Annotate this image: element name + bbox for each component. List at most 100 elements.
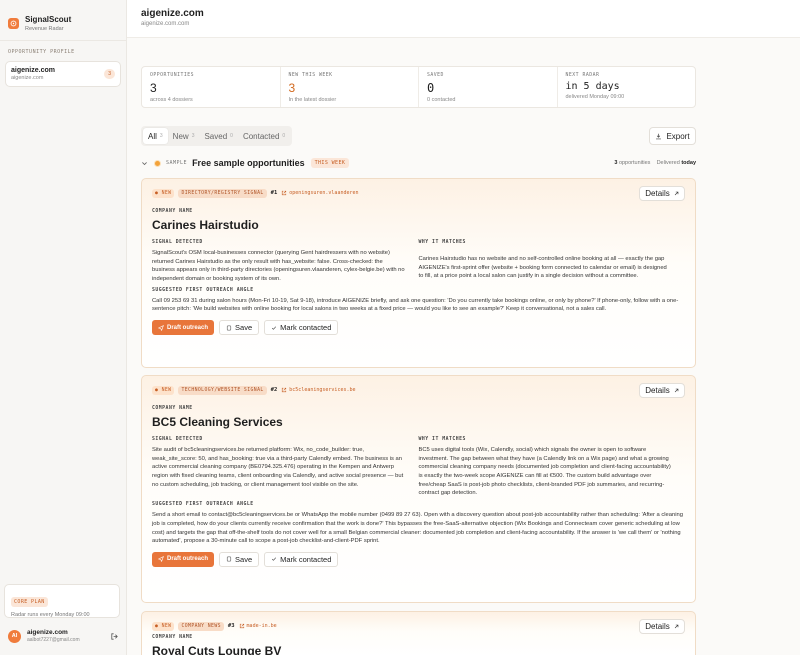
check-icon <box>272 557 277 562</box>
details-label: Details <box>645 188 670 198</box>
source-link[interactable]: openingsuren.vlaanderen <box>289 190 358 196</box>
tab-label: New <box>172 131 189 141</box>
save-label: Save <box>235 554 253 564</box>
delivered-date: today <box>681 160 696 166</box>
sample-label: SAMPLE <box>166 160 188 166</box>
mark-contacted-button[interactable]: Mark contacted <box>264 551 339 567</box>
main-content: aigenize.com aigenize.com.com OPPORTUNIT… <box>127 0 800 655</box>
stat-label: SAVED <box>427 73 444 78</box>
signal-type-badge: TECHNOLOGY/WEBSITE SIGNAL <box>178 385 267 395</box>
plan-text: Radar runs every Monday 09:00 <box>11 612 90 618</box>
save-button[interactable]: Save <box>219 320 260 336</box>
plan-badge: CORE PLAN <box>11 597 48 607</box>
company-name-label: COMPANY NAME <box>152 209 193 214</box>
tab-label: Contacted <box>242 131 280 141</box>
details-button[interactable]: Details <box>639 618 685 634</box>
stat-sub: In the latest dossier <box>288 97 337 103</box>
delivered-prefix: Delivered <box>656 160 680 166</box>
user-name: aigenize.com <box>27 629 68 636</box>
tab-label: All <box>148 131 157 141</box>
draft-outreach-button[interactable]: Draft outreach <box>152 320 215 336</box>
mark-label: Mark contacted <box>280 323 332 333</box>
stat-new-this-week: NEW THIS WEEK 3 In the latest dossier <box>281 67 419 107</box>
new-badge: ● NEW <box>152 621 175 631</box>
user-menu[interactable]: AI aigenize.com aalbot7227@gmail.com <box>0 624 127 648</box>
rank: #2 <box>270 387 278 393</box>
bookmark-icon <box>226 325 232 330</box>
section-label: OPPORTUNITY PROFILE <box>8 49 75 55</box>
topbar: aigenize.com aigenize.com.com <box>127 0 800 38</box>
sample-header[interactable]: SAMPLE Free sample opportunities THIS WE… <box>141 156 696 170</box>
source-link[interactable]: made-in.be <box>247 623 277 629</box>
logout-icon[interactable] <box>110 632 119 641</box>
stat-sub: 0 contacted <box>427 97 456 103</box>
send-icon <box>158 324 164 331</box>
tab-count: 3 <box>159 133 163 139</box>
why-matches-text: Carines Hairstudio has no website and no… <box>418 256 667 280</box>
company-name: Royal Cuts Lounge BV <box>152 644 282 655</box>
tab-contacted[interactable]: Contacted 0 <box>238 128 290 144</box>
tab-count: 0 <box>230 133 233 139</box>
save-label: Save <box>235 323 253 333</box>
mark-label: Mark contacted <box>280 554 332 564</box>
source-link[interactable]: bc5cleaningservices.be <box>289 387 355 393</box>
details-label: Details <box>645 621 670 631</box>
details-button[interactable]: Details <box>639 382 685 398</box>
signal-detected-text: SignalScout's OSM local-businesses conne… <box>152 250 405 283</box>
tab-label: Saved <box>204 131 228 141</box>
sample-meta: 3 opportunities Delivered today <box>614 160 696 166</box>
opportunity-count-suffix: opportunities <box>618 160 651 166</box>
new-label: NEW <box>161 387 172 393</box>
tab-saved[interactable]: Saved 0 <box>199 128 237 144</box>
details-button[interactable]: Details <box>639 185 685 201</box>
brand[interactable]: SignalScout Revenue Radar <box>0 0 126 36</box>
stat-sub: delivered Monday 09:00 <box>565 94 625 100</box>
signal-detected-text: Site audit of bc5cleaningservices.be ret… <box>152 447 404 488</box>
profile-card[interactable]: aigenize.com aigenize.com 3 <box>5 61 121 87</box>
company-name-label: COMPANY NAME <box>152 635 193 640</box>
why-matches-label: WHY IT MATCHES <box>418 240 466 245</box>
signal-type-badge: DIRECTORY/REGISTRY SIGNAL <box>178 188 267 198</box>
save-button[interactable]: Save <box>219 551 260 567</box>
profile-name: aigenize.com <box>11 67 55 74</box>
outreach-angle-text: Call 09 253 69 31 during salon hours (Mo… <box>152 297 679 313</box>
stats-panel: OPPORTUNITIES 3 across 4 dossiers NEW TH… <box>141 66 696 108</box>
new-label: NEW <box>161 623 172 629</box>
signal-detected-label: SIGNAL DETECTED <box>152 240 203 245</box>
status-dot <box>154 159 161 167</box>
sidebar: SignalScout Revenue Radar OPPORTUNITY PR… <box>0 0 127 655</box>
tab-count: 0 <box>282 133 286 139</box>
stat-label: OPPORTUNITIES <box>150 73 195 78</box>
bookmark-icon <box>226 557 232 562</box>
stat-next-radar: NEXT RADAR in 5 days delivered Monday 09… <box>558 67 696 107</box>
opportunity-count: 3 <box>614 160 618 166</box>
arrow-up-right-icon <box>674 624 679 628</box>
download-icon <box>656 133 662 139</box>
external-link-icon <box>239 623 244 629</box>
company-name-label: COMPANY NAME <box>152 406 193 411</box>
rank: #1 <box>270 190 278 196</box>
chevron-down-icon[interactable] <box>141 160 148 167</box>
new-label: NEW <box>161 190 172 196</box>
stat-saved: SAVED 0 0 contacted <box>419 67 558 107</box>
tab-all[interactable]: All 3 <box>143 128 168 144</box>
export-button[interactable]: Export <box>649 127 696 145</box>
company-name: Carines Hairstudio <box>152 218 259 232</box>
page-title: aigenize.com <box>141 8 204 19</box>
mark-contacted-button[interactable]: Mark contacted <box>264 320 339 336</box>
profile-count-badge: 3 <box>104 69 115 79</box>
stat-opportunities: OPPORTUNITIES 3 across 4 dossiers <box>142 67 281 107</box>
draft-outreach-button[interactable]: Draft outreach <box>152 551 215 567</box>
stat-value: in 5 days <box>565 81 620 92</box>
outreach-angle-text: Send a short email to contact@bc5cleanin… <box>152 512 683 545</box>
brand-subtitle: Revenue Radar <box>25 25 64 32</box>
stat-value: 0 <box>427 81 435 95</box>
new-badge: ● NEW <box>152 188 175 198</box>
opportunity-card: ● NEW DIRECTORY/REGISTRY SIGNAL #1 openi… <box>141 178 696 368</box>
profile-domain: aigenize.com <box>11 75 44 81</box>
why-matches-text: BC5 uses digital tools (Wix, Calendly, s… <box>418 447 671 497</box>
send-icon <box>158 556 164 563</box>
outreach-angle-label: SUGGESTED FIRST OUTREACH ANGLE <box>152 502 254 508</box>
stat-value: 3 <box>288 81 296 95</box>
tab-new[interactable]: New 3 <box>168 128 200 144</box>
